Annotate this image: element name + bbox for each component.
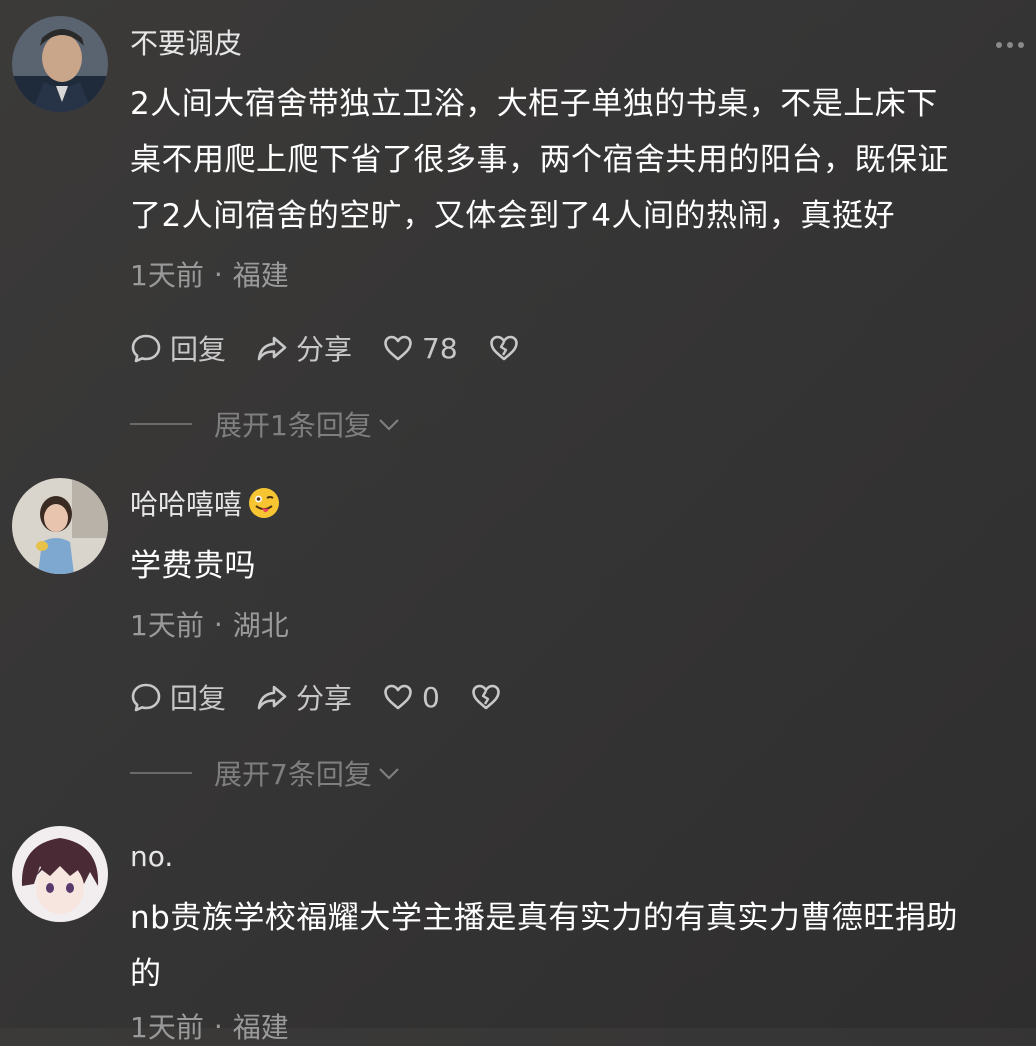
- chevron-down-icon: [379, 768, 399, 780]
- more-options-icon[interactable]: [996, 42, 1024, 48]
- avatar[interactable]: [12, 16, 108, 112]
- expand-divider-line: [130, 772, 192, 774]
- share-button[interactable]: 分享: [256, 328, 352, 368]
- location: 福建: [232, 259, 289, 292]
- heart-icon: [384, 684, 412, 710]
- like-count: 0: [422, 680, 440, 714]
- username[interactable]: no.: [130, 836, 173, 876]
- share-label: 分享: [296, 333, 353, 366]
- avatar-little-girl-icon: [12, 478, 108, 574]
- share-label: 分享: [296, 682, 353, 715]
- broken-heart-icon: [472, 684, 500, 710]
- meta-separator: ·: [213, 1009, 223, 1043]
- expand-replies-label: 展开1条回复: [214, 409, 372, 442]
- avatar-uniformed-man-icon: [12, 16, 108, 112]
- comment-line: 的: [130, 956, 162, 992]
- comment-meta: 1天前 · 湖北: [130, 604, 289, 644]
- comment-meta: 1天前 · 福建: [130, 254, 289, 294]
- comment-text: 学费贵吗: [130, 538, 1010, 594]
- dislike-button[interactable]: [470, 681, 502, 713]
- comment-bubble-icon: [131, 334, 161, 363]
- comment-line: 学费贵吗: [130, 548, 256, 584]
- username-text: 哈哈嘻嘻: [130, 488, 243, 521]
- share-arrow-icon: [257, 685, 287, 710]
- avatar[interactable]: [12, 826, 108, 922]
- timestamp: 1天前: [130, 1011, 204, 1044]
- location: 福建: [232, 1011, 289, 1044]
- timestamp: 1天前: [130, 609, 204, 642]
- expand-divider-line: [130, 423, 192, 425]
- reply-button[interactable]: 回复: [130, 328, 226, 368]
- location: 湖北: [232, 609, 289, 642]
- username[interactable]: 哈哈嘻嘻: [130, 483, 280, 523]
- like-count: 78: [422, 331, 458, 365]
- winking-tongue-emoji-icon: [248, 487, 280, 519]
- reply-label: 回复: [170, 682, 227, 715]
- share-arrow-icon: [257, 336, 287, 361]
- comment-text: 2人间大宿舍带独立卫浴，大柜子单独的书桌，不是上床下 桌不用爬上爬下省了很多事，…: [130, 76, 1010, 244]
- comment-text: nb贵族学校福耀大学主播是真有实力的有真实力曹德旺捐助 的: [130, 890, 1010, 1002]
- comment-line: 2人间大宿舍带独立卫浴，大柜子单独的书桌，不是上床下: [130, 86, 938, 122]
- broken-heart-icon: [489, 335, 518, 361]
- avatar[interactable]: [12, 478, 108, 574]
- dislike-button[interactable]: [488, 332, 520, 364]
- meta-separator: ·: [213, 257, 223, 291]
- like-button[interactable]: 78: [382, 332, 458, 365]
- heart-icon: [384, 335, 412, 361]
- reply-label: 回复: [170, 333, 227, 366]
- comment-line: 了2人间宿舍的空旷，又体会到了4人间的热闹，真挺好: [130, 198, 895, 234]
- share-button[interactable]: 分享: [256, 677, 352, 717]
- expand-replies-label: 展开7条回复: [214, 758, 372, 791]
- comment-line: 桌不用爬上爬下省了很多事，两个宿舍共用的阳台，既保证: [130, 142, 949, 178]
- username[interactable]: 不要调皮: [130, 22, 242, 62]
- meta-separator: ·: [213, 607, 223, 641]
- comment-meta: 1天前 · 福建: [130, 1006, 289, 1046]
- like-button[interactable]: 0: [382, 681, 440, 714]
- reply-button[interactable]: 回复: [130, 677, 226, 717]
- expand-replies-button[interactable]: 展开1条回复: [130, 404, 402, 444]
- timestamp: 1天前: [130, 259, 204, 292]
- comment-actions: 回复 分享 0: [130, 677, 532, 717]
- expand-replies-button[interactable]: 展开7条回复: [130, 753, 402, 793]
- comment-actions: 回复 分享 78: [130, 328, 550, 368]
- avatar-anime-boy-icon: [12, 826, 108, 922]
- chevron-down-icon: [379, 419, 399, 431]
- comment-line: nb贵族学校福耀大学主播是真有实力的有真实力曹德旺捐助: [130, 900, 958, 936]
- comment-bubble-icon: [131, 683, 161, 712]
